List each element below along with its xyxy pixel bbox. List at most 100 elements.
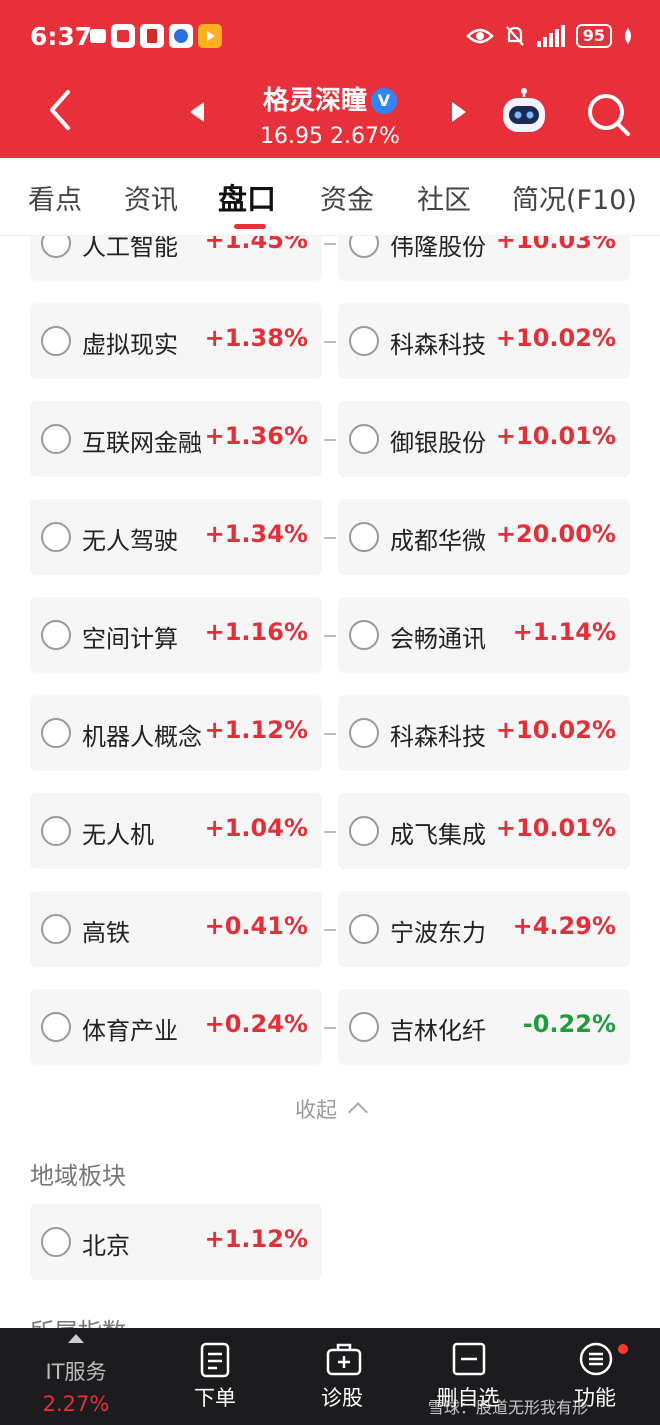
leading-stock-radio[interactable] [349, 718, 379, 748]
leading-stock-change: +4.29% [512, 912, 616, 940]
detail-tabs: 看点 资讯 盘口 资金 社区 简况(F10) [0, 158, 660, 236]
tab-profile-f10[interactable]: 简况(F10) [512, 178, 637, 217]
stock-price-change: 16.95 2.67% [260, 124, 400, 149]
leading-stock-radio[interactable] [349, 914, 379, 944]
leading-stock-change: +1.14% [512, 618, 616, 646]
concept-sector-card[interactable]: 互联网金融 +1.36% [30, 401, 322, 477]
video-app-icon [198, 24, 222, 48]
pair-connector [324, 733, 336, 735]
leading-stock-radio[interactable] [349, 236, 379, 258]
industry-sector-button[interactable]: IT服务 2.27% [0, 1328, 152, 1425]
concept-sector-card[interactable]: 体育产业 +0.24% [30, 989, 322, 1065]
concept-sector-name: 虚拟现实 [82, 331, 178, 359]
active-tab-indicator [234, 224, 266, 229]
index-section-title: 所属指数 [30, 1312, 126, 1328]
concept-sector-card[interactable]: 虚拟现实 +1.38% [30, 303, 322, 379]
stock-title: 格灵深瞳 V [0, 80, 660, 117]
concept-sector-card[interactable]: 机器人概念 +1.12% [30, 695, 322, 771]
leading-stock-name: 御银股份 [390, 429, 486, 457]
search-icon[interactable] [584, 90, 632, 138]
concept-sector-change: +1.04% [204, 814, 308, 842]
leading-stock-radio[interactable] [349, 1012, 379, 1042]
concept-sector-radio[interactable] [41, 424, 71, 454]
region-radio[interactable] [41, 1227, 71, 1257]
place-order-button[interactable]: 下单 [160, 1328, 270, 1425]
leading-stock-name: 成飞集成 [390, 821, 486, 849]
concept-sector-card[interactable]: 人工智能 +1.45% [30, 236, 322, 281]
stock-header: 6:37 95 格灵深瞳 V 16.95 2.67% [0, 0, 660, 158]
leading-stock-name: 科森科技 [390, 331, 486, 359]
status-bar: 6:37 95 [0, 18, 660, 58]
concept-sector-radio[interactable] [41, 816, 71, 846]
leading-stock-change: +10.01% [495, 814, 616, 842]
leading-stock-name: 会畅通讯 [390, 625, 486, 653]
pair-connector [324, 243, 336, 245]
concept-sector-change: +1.34% [204, 520, 308, 548]
chevron-up-icon [348, 1102, 368, 1122]
diagnose-stock-label: 诊股 [321, 1386, 363, 1410]
tab-community[interactable]: 社区 [417, 178, 471, 217]
leading-stock-card[interactable]: 宁波东力 +4.29% [338, 891, 630, 967]
concept-sector-change: +0.41% [204, 912, 308, 940]
tab-highlights[interactable]: 看点 [28, 178, 82, 217]
leading-stock-card[interactable]: 成飞集成 +10.01% [338, 793, 630, 869]
diagnose-stock-button[interactable]: 诊股 [287, 1328, 397, 1425]
concept-sector-radio[interactable] [41, 718, 71, 748]
concept-sector-radio[interactable] [41, 326, 71, 356]
region-card[interactable]: 北京 +1.12% [30, 1204, 322, 1280]
concept-sector-change: +1.12% [204, 716, 308, 744]
leading-stock-radio[interactable] [349, 620, 379, 650]
tab-funds[interactable]: 资金 [320, 178, 374, 217]
concept-sector-radio[interactable] [41, 1012, 71, 1042]
concept-sector-name: 人工智能 [82, 236, 178, 261]
leading-stock-card[interactable]: 科森科技 +10.02% [338, 695, 630, 771]
region-change: +1.12% [204, 1225, 308, 1253]
concept-sector-radio[interactable] [41, 914, 71, 944]
leading-stock-name: 科森科技 [390, 723, 486, 751]
leading-stock-radio[interactable] [349, 522, 379, 552]
concept-sector-card[interactable]: 无人驾驶 +1.34% [30, 499, 322, 575]
leading-stock-name: 宁波东力 [390, 919, 486, 947]
concept-sector-radio[interactable] [41, 522, 71, 552]
stock-name: 格灵深瞳 [262, 86, 367, 116]
place-order-label: 下单 [194, 1386, 236, 1410]
concept-sector-name: 体育产业 [82, 1017, 178, 1045]
concept-sector-change: +0.24% [204, 1010, 308, 1038]
tab-market[interactable]: 盘口 [218, 176, 276, 218]
leading-stock-radio[interactable] [349, 326, 379, 356]
concept-sector-card[interactable]: 高铁 +0.41% [30, 891, 322, 967]
order-document-icon [200, 1342, 230, 1378]
concept-sector-change: +1.45% [204, 236, 308, 254]
pair-connector [324, 341, 336, 343]
leading-stock-card[interactable]: 吉林化纤 -0.22% [338, 989, 630, 1065]
concept-sector-name: 高铁 [82, 919, 130, 947]
broker-app-icon [111, 24, 135, 48]
status-time: 6:37 [30, 22, 93, 51]
collapse-button[interactable]: 收起 [0, 1094, 660, 1124]
signal-icon [536, 25, 565, 47]
concept-sector-change: +1.38% [204, 324, 308, 352]
pair-connector [324, 635, 336, 637]
next-stock-button[interactable] [452, 102, 466, 122]
watermark-text: 雪球：股道无形我有形 [428, 1398, 589, 1417]
concept-sector-radio[interactable] [41, 620, 71, 650]
concept-sector-radio[interactable] [41, 236, 71, 258]
medical-kit-icon [326, 1343, 362, 1376]
concept-sector-card[interactable]: 无人机 +1.04% [30, 793, 322, 869]
leaf-icon [625, 28, 631, 44]
notification-dot [618, 1344, 628, 1354]
tab-news[interactable]: 资讯 [124, 178, 178, 217]
region-name: 北京 [82, 1232, 130, 1260]
leading-stock-card[interactable]: 科森科技 +10.02% [338, 303, 630, 379]
leading-stock-radio[interactable] [349, 816, 379, 846]
ai-robot-icon[interactable] [498, 88, 550, 136]
leading-stock-card[interactable]: 成都华微 +20.00% [338, 499, 630, 575]
leading-stock-card[interactable]: 会畅通讯 +1.14% [338, 597, 630, 673]
eye-icon [465, 28, 494, 44]
leading-stock-radio[interactable] [349, 424, 379, 454]
concept-sector-card[interactable]: 空间计算 +1.16% [30, 597, 322, 673]
leading-stock-card[interactable]: 御银股份 +10.01% [338, 401, 630, 477]
pair-connector [324, 1027, 336, 1029]
leading-stock-card[interactable]: 伟隆股份 +10.03% [338, 236, 630, 281]
pair-connector [324, 537, 336, 539]
